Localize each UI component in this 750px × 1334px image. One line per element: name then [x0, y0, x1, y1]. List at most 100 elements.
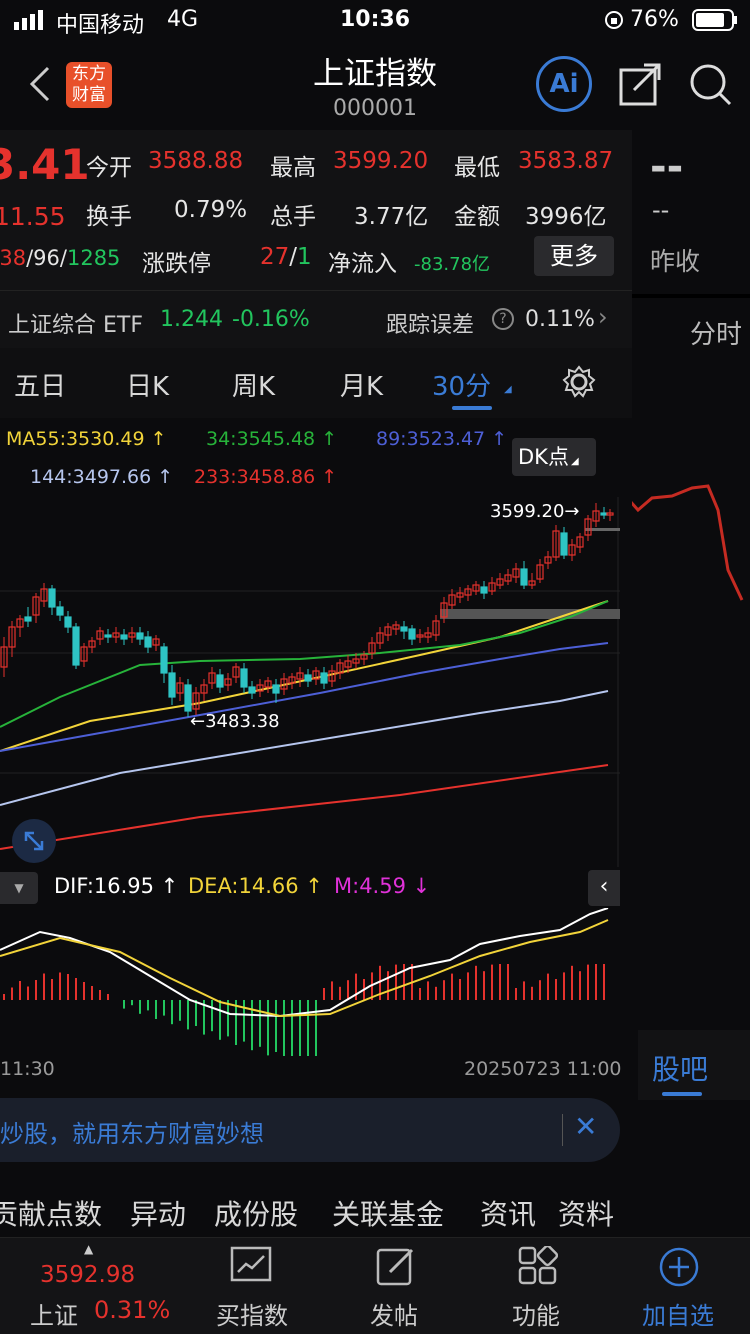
more-button[interactable]: 更多	[534, 236, 614, 276]
low-value: 3583.87	[518, 148, 614, 174]
tab-five-day[interactable]: 五日	[14, 366, 66, 403]
kline-chart[interactable]: 3599.20→ ←3483.38	[0, 497, 620, 867]
ma144-line	[0, 690, 609, 806]
tab-related-funds[interactable]: 关联基金	[332, 1193, 444, 1233]
tab-movement[interactable]: 异动	[130, 1193, 186, 1233]
limit-value: 27/1	[260, 244, 312, 270]
collapse-left-icon[interactable]: ‹	[588, 870, 620, 906]
open-value: 3588.88	[148, 148, 244, 174]
candle	[240, 668, 248, 688]
expand-icon[interactable]	[12, 819, 56, 863]
period-tabs: 五日 日K 周K 月K 30分 ◢	[0, 348, 632, 418]
etf-change: -0.16%	[232, 307, 310, 332]
etf-price: 1.244	[160, 307, 223, 332]
battery-icon	[692, 9, 738, 37]
bottom-bar: ▲ 3592.98 上证 0.31% 买指数 发帖 功能 加自选	[0, 1237, 750, 1334]
grid-icon[interactable]	[518, 1244, 559, 1290]
buy-index-button[interactable]: 买指数	[216, 1296, 288, 1331]
candle	[304, 674, 312, 682]
volume-value: 3.77亿	[354, 204, 429, 230]
dea-line	[0, 919, 609, 1018]
tab-month-k[interactable]: 月K	[340, 366, 383, 403]
ma34-label: 34:3545.48 ↑	[206, 428, 338, 450]
dk-point-button[interactable]: DK点 ◢	[512, 438, 596, 476]
candle	[168, 672, 176, 698]
candle	[144, 636, 152, 648]
placeholder-price: --	[650, 144, 684, 190]
price-mark	[585, 528, 620, 531]
ma233-label: 233:3458.86 ↑	[194, 466, 338, 488]
nav-bar: 东方 财富 上证指数 000001 Ai	[0, 40, 750, 130]
candle	[120, 634, 128, 640]
index-change: 0.31%	[94, 1296, 171, 1324]
rotation-lock-icon	[604, 10, 624, 36]
ai-button[interactable]: Ai	[536, 56, 592, 112]
high-value: 3599.20	[333, 148, 429, 174]
banner-text: 炒股，就用东方财富妙想	[0, 1120, 264, 1148]
etf-row[interactable]: 上证综合 ETF 1.244 -0.16% 跟踪误差 ? 0.11% ›	[0, 290, 632, 348]
functions-button[interactable]: 功能	[512, 1296, 560, 1331]
tab-day-k[interactable]: 日K	[126, 366, 169, 403]
index-price: 3592.98	[40, 1262, 136, 1288]
ma-legend: MA55:3530.49 ↑ 34:3545.48 ↑ 89:3523.47 ↑…	[0, 418, 632, 498]
candle	[320, 672, 328, 684]
candle	[216, 674, 224, 688]
right-side-panel: -- -- 昨收 分时 股吧	[620, 130, 750, 1237]
tab-30min[interactable]: 30分	[432, 366, 491, 403]
macd-chart	[0, 907, 620, 1060]
candle	[24, 616, 32, 622]
signal-icon	[14, 10, 48, 30]
edit-icon[interactable]	[376, 1246, 416, 1290]
close-icon[interactable]: ✕	[574, 1110, 597, 1143]
placeholder-change: --	[652, 196, 670, 224]
guba-tab[interactable]: 股吧	[652, 1048, 708, 1088]
candle	[184, 684, 192, 712]
axis-start: 11:30	[0, 1058, 55, 1080]
candle	[272, 684, 280, 694]
active-tab-indicator	[452, 406, 492, 410]
candle	[56, 606, 64, 616]
amount-value: 3996亿	[525, 204, 607, 230]
ma55-line	[0, 600, 609, 752]
caret-up-icon: ▲	[84, 1242, 94, 1256]
tab-profile[interactable]: 资料	[558, 1193, 614, 1233]
macd-header: ▼ DIF:16.95 ↑ DEA:14.66 ↑ M:4.59 ↓ ‹	[0, 868, 620, 908]
time-axis: 11:30 20250723 11:00	[0, 1056, 632, 1086]
index-name: 上证	[30, 1302, 78, 1330]
tab-news[interactable]: 资讯	[480, 1193, 536, 1233]
intraday-tab[interactable]: 分时	[690, 314, 742, 351]
current-price: 3.41	[0, 140, 90, 189]
add-circle-icon[interactable]	[658, 1246, 700, 1292]
high-marker: 3599.20→	[490, 501, 580, 522]
low-marker: ←3483.38	[190, 711, 280, 732]
etf-name: 上证综合 ETF	[8, 313, 143, 338]
candle	[48, 588, 56, 608]
promo-banner[interactable]: 炒股，就用东方财富妙想 ✕	[0, 1098, 620, 1162]
add-watchlist-button[interactable]: 加自选	[642, 1296, 714, 1331]
candle	[520, 568, 528, 586]
battery-percent: 76%	[630, 7, 679, 32]
indicator-dropdown[interactable]: ▼	[0, 872, 38, 904]
post-button[interactable]: 发帖	[370, 1296, 418, 1331]
settings-gear-icon[interactable]	[562, 365, 596, 403]
share-icon[interactable]	[618, 62, 662, 110]
axis-end: 20250723 11:00	[464, 1058, 622, 1080]
tracking-error-label: 跟踪误差	[386, 313, 475, 338]
help-icon[interactable]: ?	[492, 308, 514, 330]
tab-constituents[interactable]: 成份股	[214, 1193, 298, 1233]
network: 4G	[167, 7, 199, 32]
turnover-value: 0.79%	[174, 197, 248, 223]
intraday-mini-chart	[620, 470, 750, 614]
search-icon[interactable]	[688, 62, 734, 112]
ma144-label: 144:3497.66 ↑	[30, 466, 174, 488]
candle	[600, 512, 608, 516]
candle	[104, 634, 112, 638]
candle	[64, 616, 72, 628]
chart-icon[interactable]	[230, 1246, 272, 1290]
m-label: M:4.59 ↓	[334, 874, 431, 898]
tab-week-k[interactable]: 周K	[232, 366, 275, 403]
ma233-line	[0, 764, 609, 850]
tab-contribution[interactable]: 贡献点数	[0, 1193, 102, 1233]
status-bar: 中国移动 4G 10:36 76%	[0, 0, 750, 40]
clock: 10:36	[340, 7, 411, 32]
